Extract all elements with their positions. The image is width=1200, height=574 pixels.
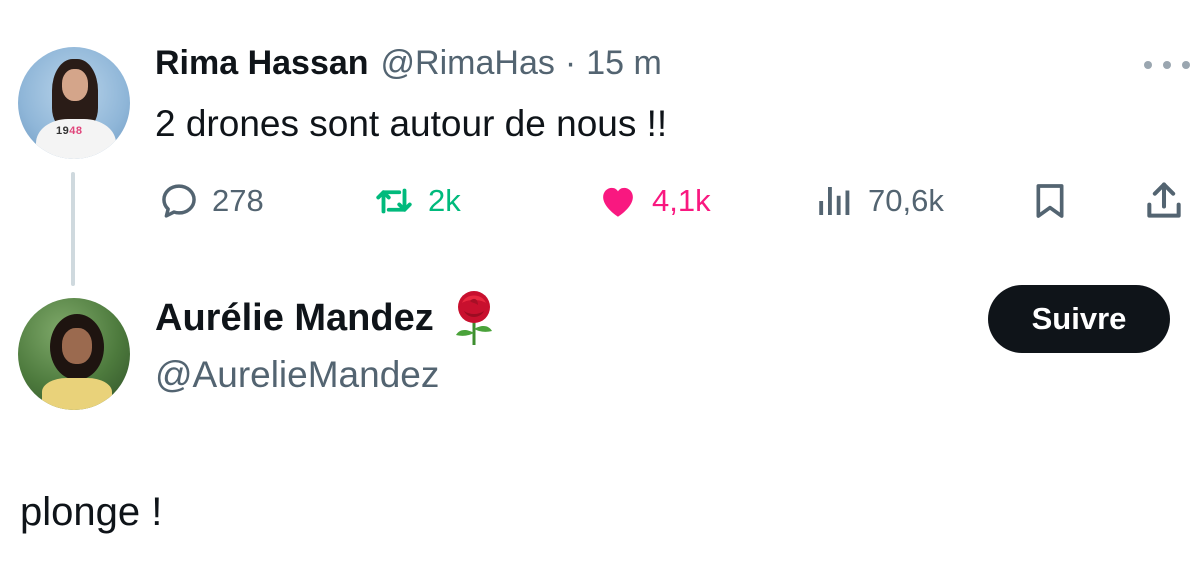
retweet-button[interactable]: 2k — [372, 178, 461, 224]
retweet-icon — [376, 188, 412, 214]
author-header: Aurélie Mandez — [155, 288, 500, 348]
share-icon — [1147, 182, 1181, 218]
bookmark-button[interactable] — [1030, 178, 1070, 224]
share-button[interactable] — [1142, 178, 1186, 224]
more-options-icon[interactable] — [1144, 58, 1190, 72]
author-handle[interactable]: @AurelieMandez — [155, 354, 439, 396]
retweet-count: 2k — [428, 183, 461, 218]
tweet-time[interactable]: 15 m — [586, 44, 662, 83]
heart-icon — [603, 187, 633, 217]
thread-line — [71, 172, 75, 286]
avatar-face — [62, 328, 92, 364]
reply-button[interactable]: 278 — [158, 178, 264, 224]
avatar-shirt — [42, 378, 112, 410]
views-button[interactable]: 70,6k — [814, 178, 944, 224]
like-count: 4,1k — [652, 183, 711, 218]
author-name[interactable]: Aurélie Mandez — [155, 297, 434, 340]
avatar[interactable]: 1948 — [18, 47, 130, 159]
views-count: 70,6k — [868, 183, 944, 218]
follow-button[interactable]: Suivre — [988, 285, 1170, 353]
tweet-text: 2 drones sont autour de nous !! — [155, 103, 668, 144]
tweet-header: Rima Hassan @RimaHas · 15 m — [155, 44, 662, 88]
avatar-shirt-text: 1948 — [56, 125, 83, 137]
like-button[interactable]: 4,1k — [596, 178, 711, 224]
author-handle[interactable]: @RimaHas — [381, 44, 555, 83]
separator-dot: · — [564, 44, 577, 82]
reply-icon — [162, 184, 196, 218]
views-icon — [819, 187, 850, 215]
reply-count: 278 — [212, 183, 264, 218]
rose-icon — [455, 291, 492, 345]
avatar[interactable] — [18, 298, 130, 410]
bookmark-icon — [1036, 184, 1064, 218]
avatar-face — [62, 69, 88, 101]
author-name[interactable]: Rima Hassan — [155, 44, 369, 83]
tweet-text: plonge ! — [20, 490, 163, 534]
